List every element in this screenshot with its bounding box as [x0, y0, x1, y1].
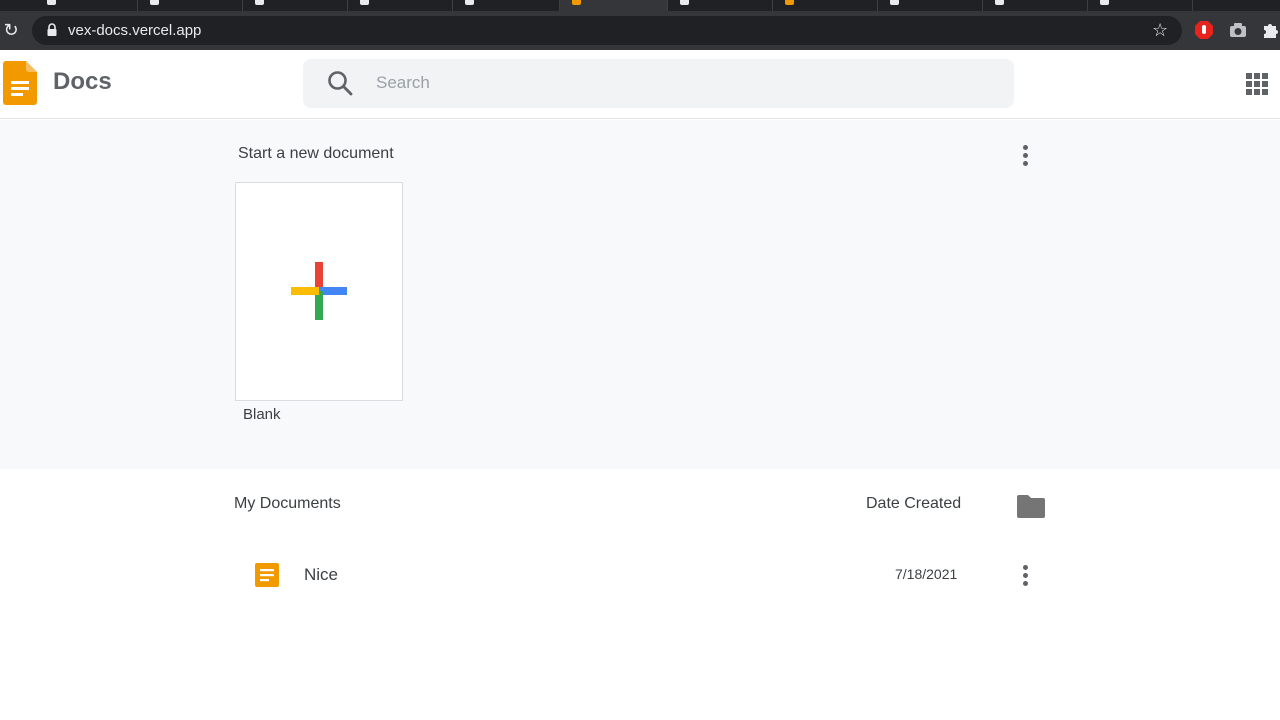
bookmark-star-icon[interactable]: ☆: [1152, 19, 1168, 41]
tab-favicon-icon: [1100, 0, 1109, 5]
address-bar[interactable]: [32, 16, 1182, 45]
browser-tab[interactable]: [878, 0, 983, 11]
blank-template-label[interactable]: Blank: [243, 406, 281, 423]
browser-tab[interactable]: [773, 0, 878, 11]
tab-favicon-icon: [47, 0, 56, 5]
gallery-more-options-icon[interactable]: [1020, 143, 1030, 169]
tab-favicon-icon: [465, 0, 474, 5]
search-icon[interactable]: [327, 70, 353, 96]
gallery-title: Start a new document: [238, 145, 394, 162]
tab-favicon-icon: [680, 0, 689, 5]
folder-icon[interactable]: [1017, 495, 1045, 518]
browser-tab[interactable]: [1088, 0, 1193, 11]
search-input[interactable]: [376, 70, 976, 96]
browser-tab[interactable]: [138, 0, 243, 11]
document-name[interactable]: Nice: [304, 565, 338, 585]
tab-favicon-icon: [150, 0, 159, 5]
browser-tab[interactable]: [348, 0, 453, 11]
tab-favicon-icon: [255, 0, 264, 5]
reload-icon[interactable]: ↻: [0, 18, 22, 42]
app-title[interactable]: Docs: [53, 68, 112, 96]
tab-favicon-icon: [890, 0, 899, 5]
browser-tab[interactable]: [35, 0, 138, 11]
docs-favicon-icon: [785, 0, 794, 5]
lock-icon: [47, 23, 57, 36]
tab-favicon-icon: [360, 0, 369, 5]
apps-grid-icon[interactable]: [1246, 73, 1268, 95]
browser-tab[interactable]: [668, 0, 773, 11]
document-more-options-icon[interactable]: [1020, 563, 1030, 589]
docs-favicon-icon: [572, 0, 581, 5]
browser-tab[interactable]: [243, 0, 348, 11]
document-date: 7/18/2021: [895, 566, 958, 582]
browser-tab[interactable]: [453, 0, 560, 11]
template-gallery: [0, 120, 1280, 469]
date-created-header: Date Created: [866, 495, 962, 512]
camera-extension-icon[interactable]: [1228, 20, 1248, 40]
browser-tab-active[interactable]: [560, 0, 668, 11]
adblock-extension-icon[interactable]: [1194, 20, 1214, 40]
address-url[interactable]: vex-docs.vercel.app: [68, 22, 201, 40]
browser-tab-strip: [0, 0, 1280, 11]
puzzle-extensions-icon[interactable]: [1261, 20, 1280, 40]
tab-favicon-icon: [995, 0, 1004, 5]
documents-list-title: My Documents: [234, 495, 341, 512]
plus-icon: [291, 262, 347, 320]
document-icon: [255, 563, 279, 587]
browser-tab[interactable]: [983, 0, 1088, 11]
docs-logo-icon[interactable]: [3, 61, 37, 105]
